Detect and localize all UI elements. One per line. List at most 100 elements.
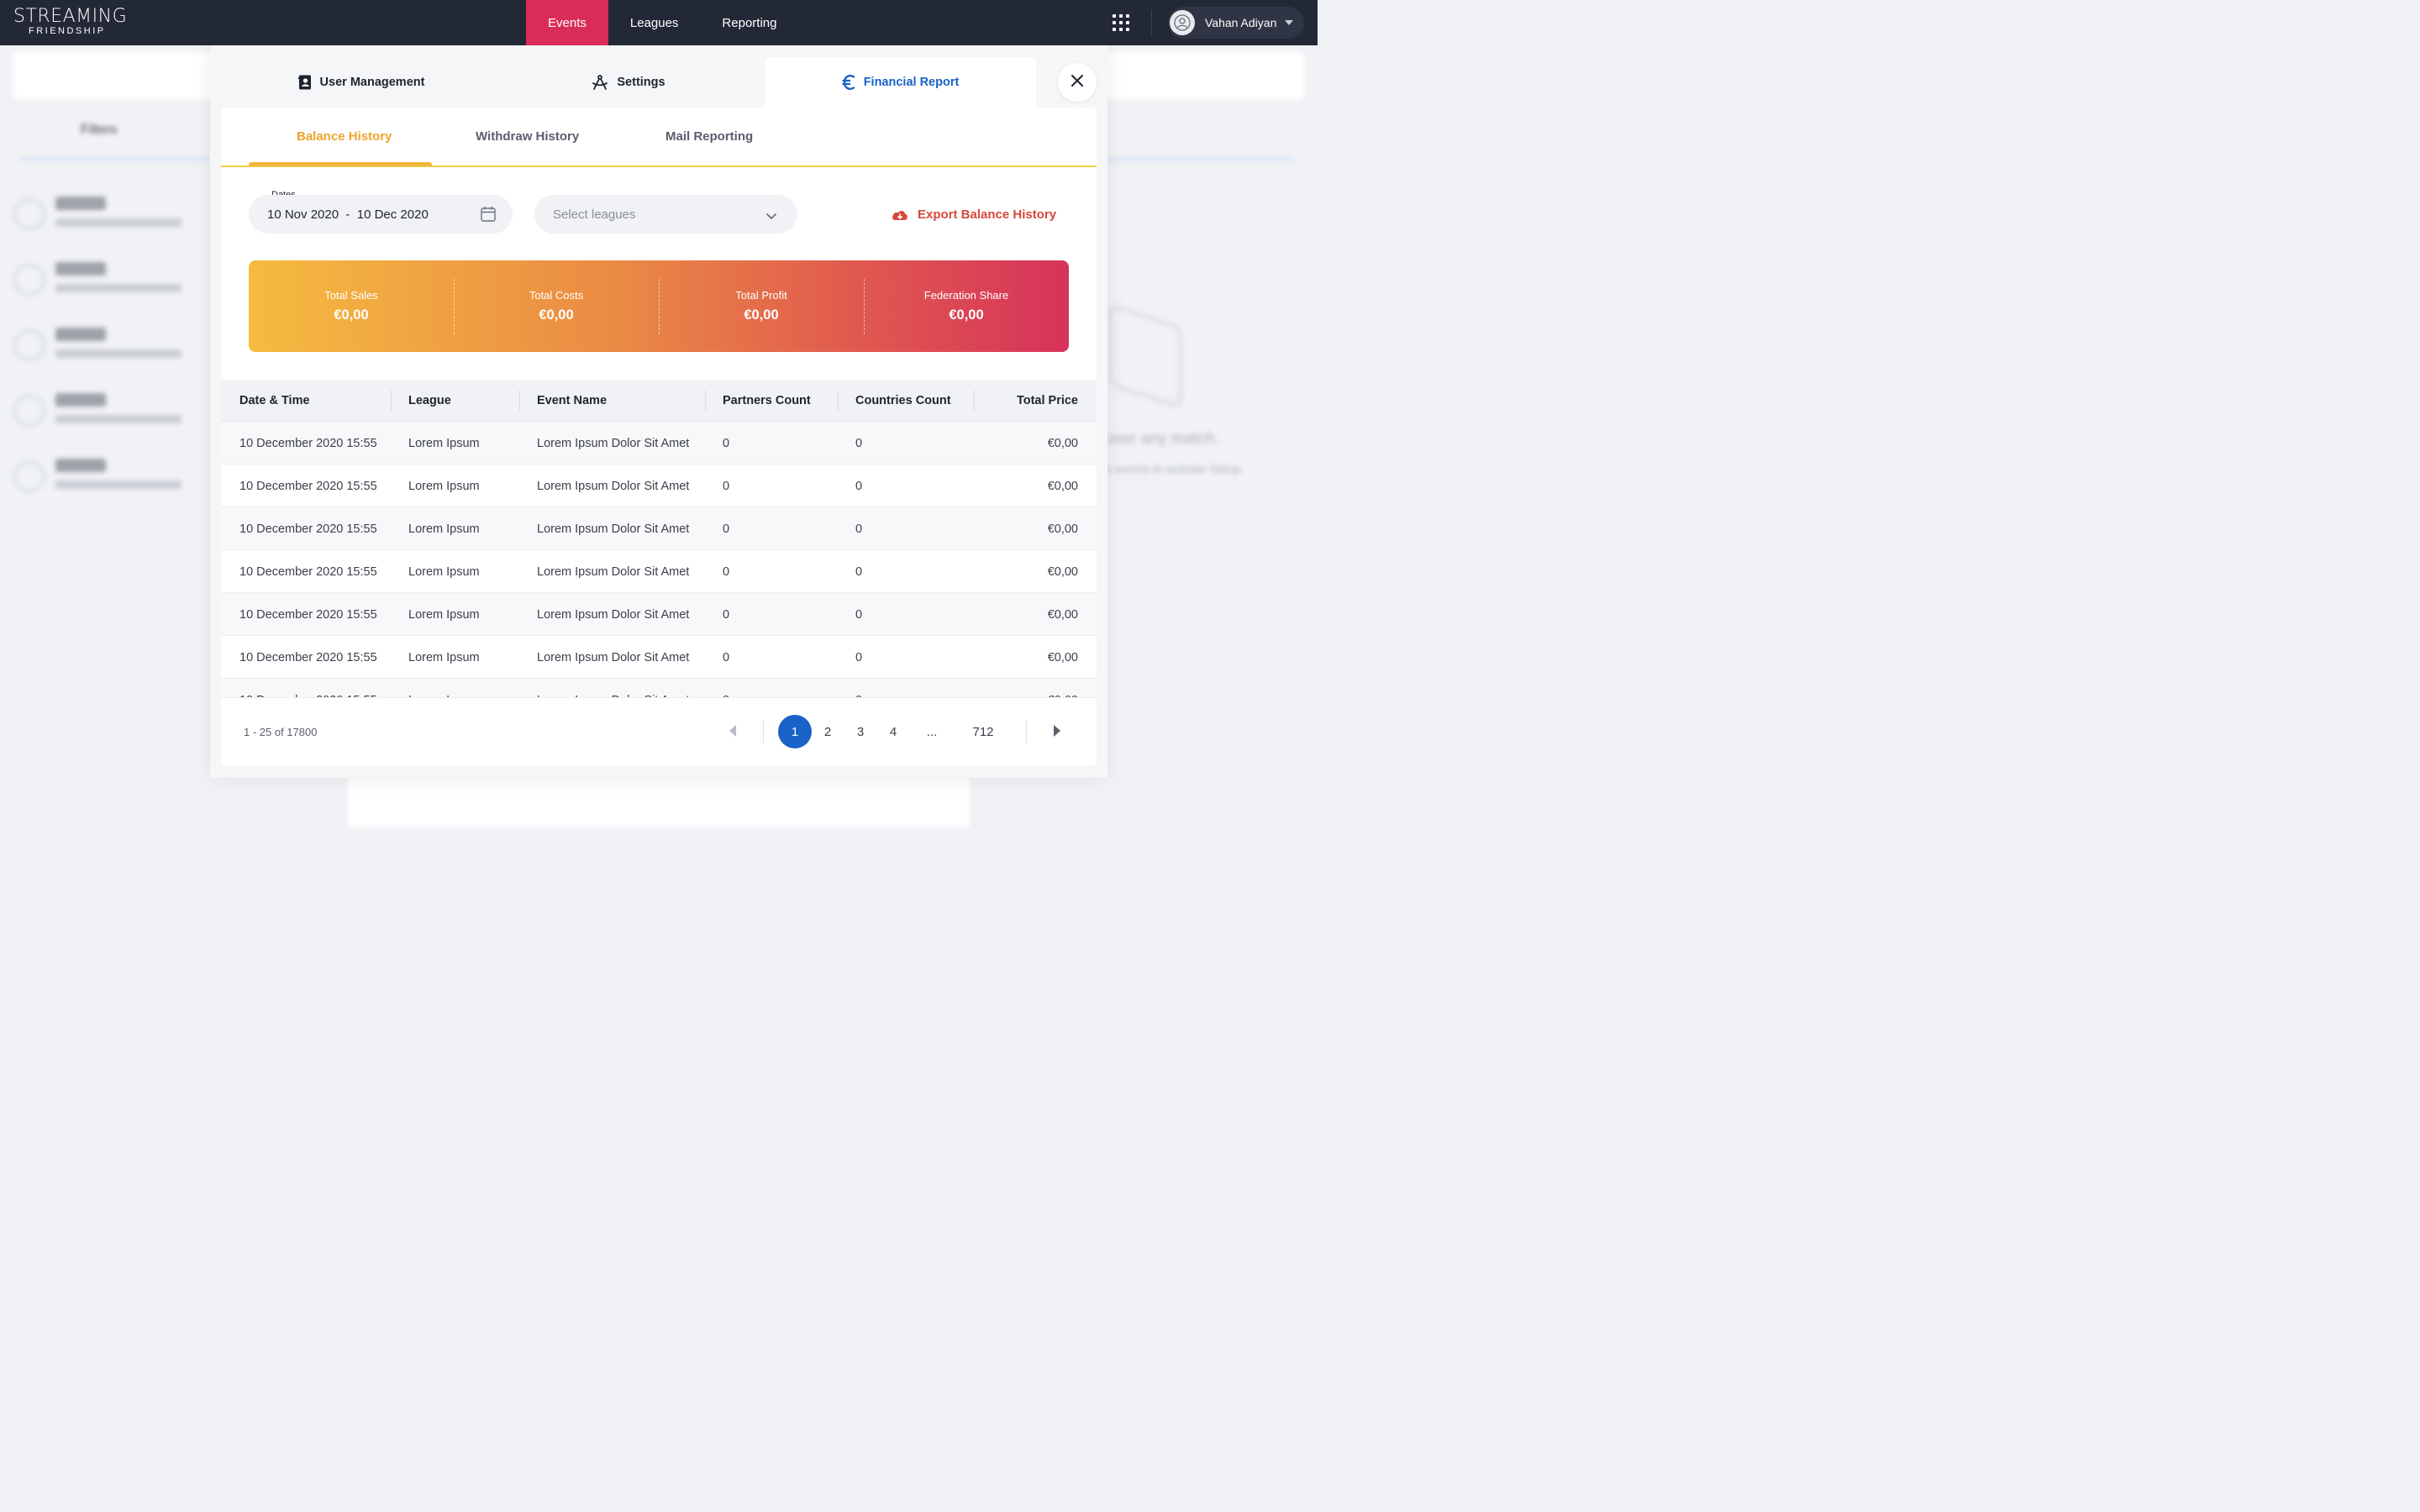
col-total-price[interactable]: Total Price (1017, 380, 1078, 422)
subtab-withdraw-history[interactable]: Withdraw History (476, 129, 579, 144)
next-page-icon[interactable] (1054, 725, 1060, 737)
tab-user-management[interactable]: User Management (277, 57, 445, 108)
cell-countries: 0 (855, 650, 863, 664)
page-3-button[interactable]: 3 (850, 715, 871, 748)
calendar-icon[interactable] (481, 206, 496, 225)
page-2-button[interactable]: 2 (817, 715, 839, 748)
page-ellipsis: ... (926, 724, 938, 739)
tab-financial-report[interactable]: Financial Report (765, 57, 1036, 108)
col-divider (519, 390, 520, 412)
cell-league: Lorem Ipsum (408, 479, 480, 493)
stat-total-costs: Total Costs €0,00 (454, 260, 659, 352)
close-button[interactable] (1058, 63, 1097, 102)
logo-line2: FRIENDSHIP (29, 26, 106, 36)
table-row[interactable]: 10 December 2020 15:55 Lorem Ipsum Lorem… (221, 507, 1097, 550)
stat-label: Federation Share (923, 289, 1009, 302)
top-navbar: STREAMING FRIENDSHIP Events Leagues Repo… (0, 0, 1318, 45)
page-4-button[interactable]: 4 (882, 715, 904, 748)
subtab-balance-history[interactable]: Balance History (297, 129, 392, 144)
table-row[interactable]: 10 December 2020 15:55 Lorem Ipsum Lorem… (221, 550, 1097, 593)
cell-date: 10 December 2020 15:55 (239, 522, 377, 536)
cloud-download-icon (892, 208, 908, 221)
table-footer: 1 - 25 of 17800 1 2 3 4 ... 712 (221, 697, 1097, 766)
cell-price: €0,00 (1047, 607, 1078, 622)
cell-countries: 0 (855, 522, 863, 536)
bg-list-item (13, 318, 232, 370)
col-partners-count[interactable]: Partners Count (723, 380, 811, 422)
col-league[interactable]: League (408, 380, 451, 422)
main-nav: Events Leagues Reporting (526, 0, 798, 45)
pager-divider (1026, 720, 1027, 743)
cell-league: Lorem Ipsum (408, 607, 480, 622)
cell-league: Lorem Ipsum (408, 679, 480, 698)
page-1-button[interactable]: 1 (778, 715, 812, 748)
table-row[interactable]: 10 December 2020 15:55 Lorem Ipsum Lorem… (221, 593, 1097, 636)
col-divider (838, 390, 839, 412)
cell-event: Lorem Ipsum Dolor Sit Amet (537, 436, 690, 450)
page-712-button[interactable]: 712 (966, 715, 1000, 748)
nav-tab-events[interactable]: Events (526, 0, 608, 45)
table-row[interactable]: 10 December 2020 15:55 Lorem Ipsum Lorem… (221, 465, 1097, 507)
subtab-bar: Balance History Withdraw History Mail Re… (221, 108, 1097, 167)
subtab-mail-reporting[interactable]: Mail Reporting (666, 129, 753, 144)
nav-divider (1151, 10, 1152, 35)
cell-partners: 0 (723, 564, 730, 579)
league-select[interactable]: Select leagues (534, 195, 797, 234)
table-row[interactable]: 10 December 2020 15:55 Lorem Ipsum Lorem… (221, 422, 1097, 465)
bg-empty-title: r over any match. (1096, 430, 1219, 448)
nav-tab-leagues[interactable]: Leagues (608, 0, 701, 45)
tab-settings[interactable]: Settings (578, 57, 679, 108)
cell-event: Lorem Ipsum Dolor Sit Amet (537, 679, 689, 698)
cell-partners: 0 (723, 436, 730, 450)
contact-book-icon (297, 75, 312, 90)
cell-league: Lorem Ipsum (408, 436, 480, 450)
table-row[interactable]: 10 December 2020 15:55 Lorem Ipsum Lorem… (221, 679, 1097, 697)
cell-date: 10 December 2020 15:55 (239, 436, 377, 450)
table-header: Date & Time League Event Name Partners C… (221, 380, 1097, 422)
stat-value: €0,00 (539, 307, 574, 323)
table-row[interactable]: 10 December 2020 15:55 Lorem Ipsum Lorem… (221, 636, 1097, 679)
stat-label: Total Costs (529, 289, 584, 302)
bg-empty-subtitle: ect events to activate Setup. (1096, 462, 1244, 475)
col-divider (974, 390, 975, 412)
cell-countries: 0 (855, 679, 862, 698)
brand-logo[interactable]: STREAMING FRIENDSHIP (13, 8, 127, 36)
export-button[interactable]: Export Balance History (892, 195, 1056, 234)
export-label: Export Balance History (918, 207, 1057, 222)
stat-label: Total Profit (735, 289, 787, 302)
close-icon (1071, 74, 1083, 91)
nav-tab-reporting[interactable]: Reporting (700, 0, 798, 45)
cell-league: Lorem Ipsum (408, 650, 480, 664)
stat-value: €0,00 (949, 307, 984, 323)
cell-countries: 0 (855, 479, 863, 493)
pagination-range: 1 - 25 of 17800 (244, 726, 318, 738)
cell-event: Lorem Ipsum Dolor Sit Amet (537, 650, 690, 664)
cell-partners: 0 (723, 522, 730, 536)
col-countries-count[interactable]: Countries Count (855, 380, 951, 422)
cell-league: Lorem Ipsum (408, 522, 480, 536)
col-event-name[interactable]: Event Name (537, 380, 607, 422)
grid-icon[interactable] (1113, 14, 1129, 31)
cell-price: €0,00 (1047, 436, 1078, 450)
user-menu[interactable]: Vahan Adiyan (1168, 7, 1304, 39)
date-range-picker[interactable]: 10 Nov 2020 - 10 Dec 2020 (249, 195, 513, 234)
col-date-time[interactable]: Date & Time (239, 380, 310, 422)
table-body: 10 December 2020 15:55 Lorem Ipsum Lorem… (221, 422, 1097, 697)
league-select-placeholder: Select leagues (553, 207, 636, 222)
prev-page-icon[interactable] (729, 725, 736, 737)
cell-event: Lorem Ipsum Dolor Sit Amet (537, 522, 690, 536)
balance-history-table: Date & Time League Event Name Partners C… (221, 380, 1097, 697)
cell-countries: 0 (855, 607, 863, 622)
cell-price: €0,00 (1047, 650, 1078, 664)
cell-league: Lorem Ipsum (408, 564, 480, 579)
cell-price: €0,00 (1047, 564, 1078, 579)
cell-date: 10 December 2020 15:55 (239, 607, 377, 622)
cell-price: €0,00 (1047, 522, 1078, 536)
tab-label: User Management (319, 76, 425, 89)
stat-value: €0,00 (744, 307, 779, 323)
chevron-down-icon (1285, 20, 1294, 25)
tab-label: Financial Report (863, 76, 960, 89)
cell-price: €0,00 (1048, 679, 1078, 698)
cell-countries: 0 (855, 436, 863, 450)
active-subtab-indicator (249, 162, 432, 166)
